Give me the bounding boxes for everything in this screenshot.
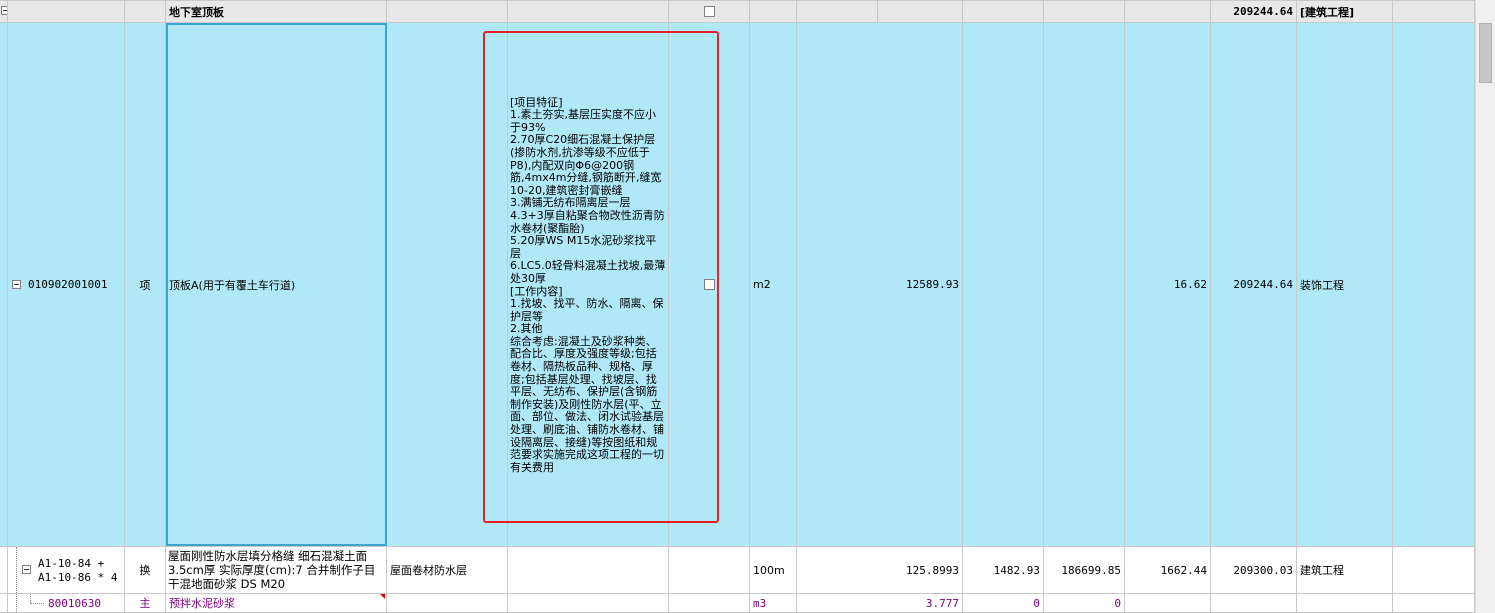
row-header[interactable]: [0, 1, 8, 23]
material-price-a[interactable]: 0: [963, 594, 1044, 613]
material-name: 预拌水泥砂浆: [169, 597, 235, 610]
item-checkbox[interactable]: [703, 279, 715, 290]
quantity2-cell[interactable]: [878, 1, 963, 23]
sub-spec[interactable]: 屋面卷材防水层: [387, 547, 508, 594]
flag-cell[interactable]: [669, 23, 750, 547]
tree-connector: [30, 594, 32, 603]
item-type[interactable]: 项: [125, 23, 166, 547]
quantity-cell[interactable]: [797, 1, 878, 23]
sub-row[interactable]: A1-10-84 + A1-10-86 * 4 换 屋面刚性防水层填分格缝 细石…: [0, 547, 1475, 594]
unit-price-cell[interactable]: [1125, 594, 1211, 613]
item-name[interactable]: 顶板A(用于有覆土车行道): [166, 23, 387, 547]
spec-cell[interactable]: [387, 23, 508, 547]
extra-cell[interactable]: [1393, 547, 1475, 594]
sub-quantity[interactable]: 125.8993: [797, 547, 963, 594]
description-cell[interactable]: [508, 547, 669, 594]
extra-cell[interactable]: [1393, 594, 1475, 613]
material-name-cell[interactable]: 预拌水泥砂浆: [166, 594, 387, 613]
sub-price-a[interactable]: 1482.93: [963, 547, 1044, 594]
price-a-cell[interactable]: [963, 1, 1044, 23]
type-cell[interactable]: [125, 1, 166, 23]
group-row[interactable]: 地下室顶板 209244.64 [建筑工程]: [0, 0, 1475, 23]
sub-category[interactable]: 建筑工程: [1297, 547, 1393, 594]
code-cell[interactable]: [8, 1, 125, 23]
material-quantity[interactable]: 3.777: [797, 594, 963, 613]
item-row[interactable]: 010902001001 项 顶板A(用于有覆土车行道) [项目特征] 1.素土…: [0, 23, 1475, 547]
tree-connector: [30, 603, 44, 605]
sub-unit-price[interactable]: 1662.44: [1125, 547, 1211, 594]
collapse-icon[interactable]: [22, 565, 31, 574]
unit-cell[interactable]: [750, 1, 797, 23]
comment-marker: [380, 594, 385, 599]
flag-cell[interactable]: [669, 547, 750, 594]
extra-cell[interactable]: [1393, 23, 1475, 547]
item-unit-price[interactable]: 16.62: [1125, 23, 1211, 547]
extra-cell[interactable]: [1393, 1, 1475, 23]
unit-price-cell[interactable]: [1125, 1, 1211, 23]
group-checkbox[interactable]: [703, 6, 715, 17]
total-cell[interactable]: [1211, 594, 1297, 613]
sub-type[interactable]: 换: [125, 547, 166, 594]
price-b-cell[interactable]: [1044, 23, 1125, 547]
material-type[interactable]: 主: [125, 594, 166, 613]
item-total[interactable]: 209244.64: [1211, 23, 1297, 547]
code-cell[interactable]: A1-10-84 + A1-10-86 * 4: [8, 547, 125, 594]
item-unit[interactable]: m2: [750, 23, 797, 547]
collapse-icon[interactable]: [1, 6, 7, 15]
item-quantity[interactable]: 12589.93: [797, 23, 963, 547]
spec-cell[interactable]: [387, 594, 508, 613]
sub-total[interactable]: 209300.03: [1211, 547, 1297, 594]
item-code: 010902001001: [28, 278, 108, 291]
code-cell[interactable]: 80010630: [8, 594, 125, 613]
description-cell[interactable]: [508, 1, 669, 23]
material-row[interactable]: 80010630 主 预拌水泥砂浆 m3 3.777 0 0: [0, 594, 1475, 613]
flag-cell[interactable]: [669, 1, 750, 23]
item-category[interactable]: 装饰工程: [1297, 23, 1393, 547]
row-header[interactable]: [0, 594, 8, 613]
flag-cell[interactable]: [669, 594, 750, 613]
description-cell[interactable]: [项目特征] 1.素土夯实,基层压实度不应小于93% 2.70厚C20细石混凝土…: [508, 23, 669, 547]
group-category[interactable]: [建筑工程]: [1297, 1, 1393, 23]
sub-code: A1-10-84 + A1-10-86 * 4: [38, 557, 118, 584]
price-a-cell[interactable]: [963, 23, 1044, 547]
sub-name[interactable]: 屋面刚性防水层填分格缝 细石混凝土面3.5cm厚 实际厚度(cm):7 合并制作…: [166, 547, 387, 594]
description-cell[interactable]: [508, 594, 669, 613]
collapse-icon[interactable]: [12, 280, 21, 289]
group-total[interactable]: 209244.64: [1211, 1, 1297, 23]
material-unit[interactable]: m3: [750, 594, 797, 613]
price-b-cell[interactable]: [1044, 1, 1125, 23]
material-price-b[interactable]: 0: [1044, 594, 1125, 613]
row-header[interactable]: [0, 547, 8, 594]
sub-unit[interactable]: 100m: [750, 547, 797, 594]
item-description: [项目特征] 1.素土夯实,基层压实度不应小于93% 2.70厚C20细石混凝土…: [510, 95, 666, 474]
spec-cell[interactable]: [387, 1, 508, 23]
group-name[interactable]: 地下室顶板: [166, 1, 387, 23]
sub-price-b[interactable]: 186699.85: [1044, 547, 1125, 594]
scrollbar-thumb[interactable]: [1479, 23, 1492, 83]
row-header[interactable]: [0, 23, 8, 547]
category-cell[interactable]: [1297, 594, 1393, 613]
vertical-scrollbar[interactable]: [1475, 0, 1495, 613]
tree-connector: [16, 547, 18, 613]
material-code: 80010630: [48, 596, 101, 610]
code-cell[interactable]: 010902001001: [8, 23, 125, 547]
